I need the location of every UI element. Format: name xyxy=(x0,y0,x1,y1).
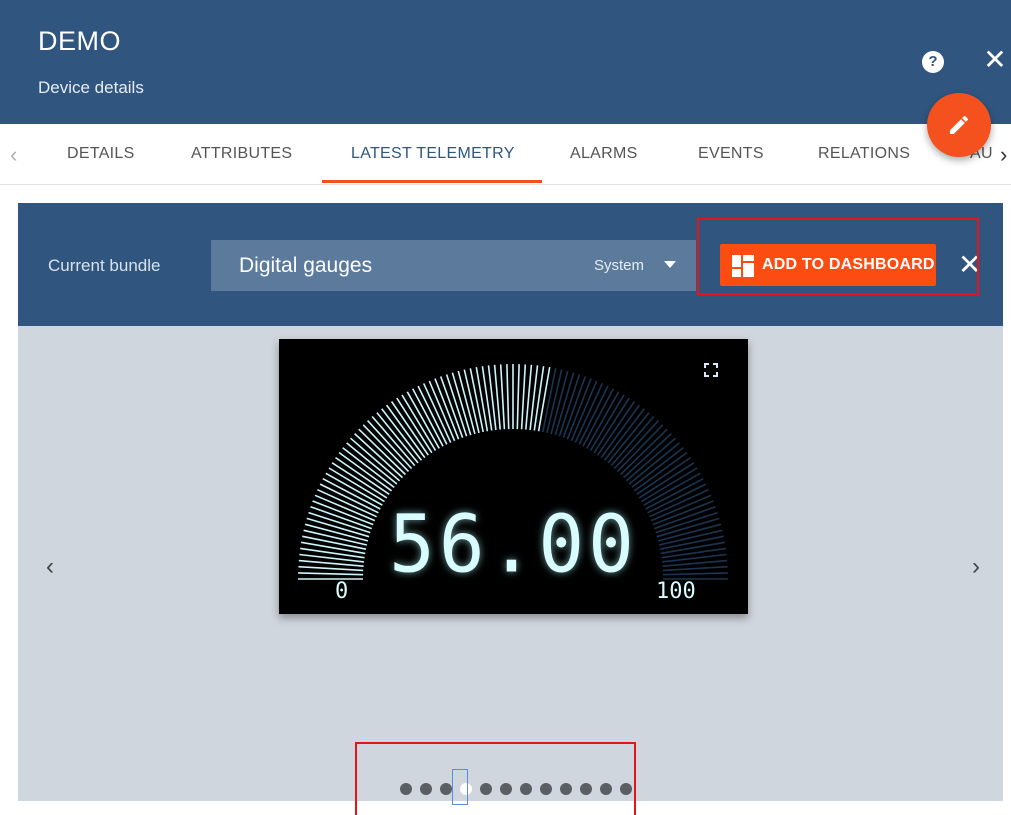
active-tab-indicator xyxy=(322,180,542,183)
tab-alarms[interactable]: ALARMS xyxy=(570,145,638,163)
edit-fab-button[interactable] xyxy=(927,93,991,157)
gauge-tick-filled xyxy=(499,364,506,430)
tab-bar: ‹ DETAILS ATTRIBUTES LATEST TELEMETRY AL… xyxy=(0,124,1011,185)
tab-relations[interactable]: RELATIONS xyxy=(818,145,910,163)
dialog-header: DEMO Device details ? ✕ xyxy=(0,0,1011,124)
active-dot-focus-ring xyxy=(452,769,468,805)
device-title: DEMO xyxy=(38,26,121,56)
tab-details[interactable]: DETAILS xyxy=(67,145,135,163)
bundle-select[interactable]: Digital gauges System xyxy=(211,240,696,291)
tabs-scroll-left-icon[interactable]: ‹ xyxy=(10,142,17,168)
carousel-prev-icon[interactable]: ‹ xyxy=(46,553,54,581)
gauge-min: 0 xyxy=(335,579,349,604)
pencil-icon xyxy=(950,115,969,134)
gauge-tick-filled xyxy=(516,364,520,430)
tab-latest-telemetry[interactable]: LATEST TELEMETRY xyxy=(351,145,515,163)
tabs-scroll-right-icon[interactable]: › xyxy=(1000,142,1007,168)
caret-down-icon xyxy=(664,261,676,268)
highlight-pagination xyxy=(355,742,636,815)
bundle-selected-value: Digital gauges xyxy=(239,254,373,277)
close-dialog-icon[interactable]: ✕ xyxy=(982,44,1008,76)
gauge-tick-filled xyxy=(434,378,460,440)
fullscreen-icon[interactable] xyxy=(704,363,718,377)
carousel-next-icon[interactable]: › xyxy=(972,553,980,581)
gauge-tick-filled xyxy=(506,364,510,430)
digital-gauge-widget[interactable]: 56.00 0 100 xyxy=(279,339,748,614)
gauge-max: 100 xyxy=(656,579,696,604)
tab-events[interactable]: EVENTS xyxy=(698,145,764,163)
bundle-label: Current bundle xyxy=(48,256,161,275)
device-subtitle: Device details xyxy=(38,78,144,97)
gauge-tick-empty xyxy=(566,378,592,440)
gauge-tick-filled xyxy=(520,364,527,430)
tab-attributes[interactable]: ATTRIBUTES xyxy=(191,145,292,163)
gauge-value: 56.00 xyxy=(389,496,638,591)
bundle-scope: System xyxy=(594,257,645,274)
highlight-add-to-dashboard xyxy=(697,218,979,295)
help-icon[interactable]: ? xyxy=(922,51,944,73)
